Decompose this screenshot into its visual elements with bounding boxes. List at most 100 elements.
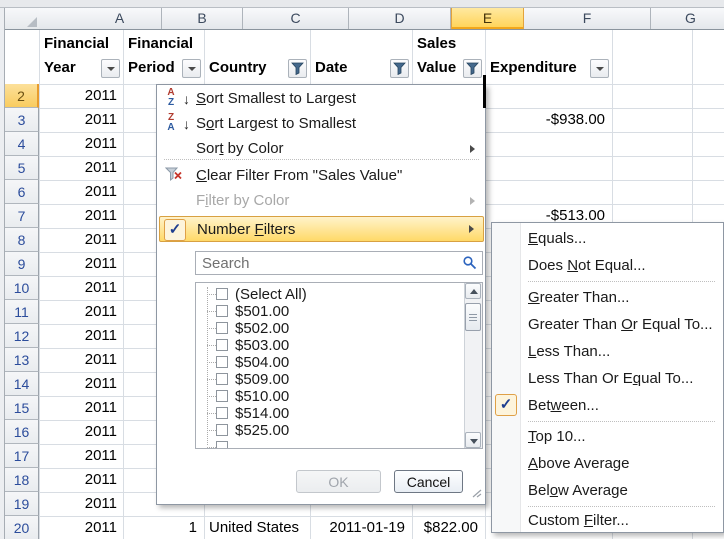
row-header-19[interactable]: 19 [5,492,39,516]
value-checkbox[interactable] [216,424,228,436]
cell-A16[interactable]: 2011 [39,420,117,444]
filter-value-item-4[interactable]: $504.00 [196,354,465,371]
value-checkbox[interactable] [216,407,228,419]
cell-C20[interactable]: United States [209,516,310,539]
row-header-6[interactable]: 6 [5,180,39,204]
submenu-item-does-not-equal[interactable]: Does Not Equal... [493,252,722,279]
row-header-17[interactable]: 17 [5,444,39,468]
cell-A4[interactable]: 2011 [39,132,117,156]
header-cell-financial-year[interactable]: Financial Year [39,30,123,84]
row-header-13[interactable]: 13 [5,348,39,372]
header-cell-sales-value[interactable]: Sales Value [412,30,485,84]
column-header-F[interactable]: F [524,8,651,29]
cell-A14[interactable]: 2011 [39,372,117,396]
row-header-12[interactable]: 12 [5,324,39,348]
cell-A20[interactable]: 2011 [39,516,117,539]
list-scrollbar[interactable] [464,283,482,448]
submenu-item-less-than-or-equal-to[interactable]: Less Than Or Equal To... [493,365,722,392]
filter-value-item-8[interactable]: $525.00 [196,422,465,439]
value-checkbox[interactable] [216,305,228,317]
submenu-item-custom-filter[interactable]: Custom Filter... [493,508,722,533]
row-header-10[interactable]: 10 [5,276,39,300]
row-header-15[interactable]: 15 [5,396,39,420]
menu-item-sort-largest-to-smallest[interactable]: ZA↓Sort Largest to Smallest [159,111,484,136]
row-header-18[interactable]: 18 [5,468,39,492]
row-header-8[interactable]: 8 [5,228,39,252]
filter-value-item-7[interactable]: $514.00 [196,405,465,422]
submenu-item-greater-than[interactable]: Greater Than... [493,284,722,311]
cell-A19[interactable]: 2011 [39,492,117,516]
submenu-item-above-average[interactable]: Above Average [493,450,722,477]
row-header-4[interactable]: 4 [5,132,39,156]
row-header-7[interactable]: 7 [5,204,39,228]
cell-A2[interactable]: 2011 [39,84,117,108]
submenu-item-top-10[interactable]: Top 10... [493,423,722,450]
menu-item-sort-smallest-to-largest[interactable]: AZ↓Sort Smallest to Largest [159,86,484,111]
cell-B20[interactable]: 1 [123,516,197,539]
filter-value-item-3[interactable]: $503.00 [196,337,465,354]
header-cell-date[interactable]: Date [310,30,412,84]
cell-A5[interactable]: 2011 [39,156,117,180]
column-header-E[interactable]: E [451,8,524,29]
column-header-D[interactable]: D [349,8,451,29]
row-header-5[interactable]: 5 [5,156,39,180]
row-header-3[interactable]: 3 [5,108,39,132]
cell-A13[interactable]: 2011 [39,348,117,372]
scroll-up-button[interactable] [465,283,481,299]
column-header-A[interactable]: A [78,8,162,29]
menu-item-clear-filter[interactable]: Clear Filter From "Sales Value" [159,163,484,188]
filter-button-country[interactable] [288,59,307,78]
filter-button-expenditure[interactable] [590,59,609,78]
header-cell-financial-period[interactable]: Financial Period [123,30,204,84]
cell-A17[interactable]: 2011 [39,444,117,468]
value-checkbox[interactable] [216,356,228,368]
filter-value-item-5[interactable]: $509.00 [196,371,465,388]
cell-A8[interactable]: 2011 [39,228,117,252]
row-header-11[interactable]: 11 [5,300,39,324]
value-checkbox[interactable] [216,373,228,385]
value-checkbox[interactable] [216,288,228,300]
submenu-item-between[interactable]: ✓Between... [493,392,722,419]
row-header-2[interactable]: 2 [5,84,39,108]
cell-A7[interactable]: 2011 [39,204,117,228]
row-header-16[interactable]: 16 [5,420,39,444]
menu-item-number-filters[interactable]: ✓Number Filters [159,216,484,242]
column-header-C[interactable]: C [243,8,349,29]
column-header-G[interactable]: G [651,8,724,29]
filter-button-sales-value[interactable] [463,59,482,78]
submenu-item-equals[interactable]: Equals... [493,225,722,252]
filter-value-item-2[interactable]: $502.00 [196,320,465,337]
select-all-corner[interactable] [5,8,40,30]
row-header-14[interactable]: 14 [5,372,39,396]
filter-button-date[interactable] [390,59,409,78]
submenu-item-below-average[interactable]: Below Average [493,477,722,504]
scroll-thumb[interactable] [465,303,481,331]
value-checkbox[interactable] [216,390,228,402]
cell-E20[interactable]: $822.00 [412,516,478,539]
cell-F3[interactable]: -$938.00 [485,108,605,132]
filter-value-item-partial[interactable] [196,439,465,449]
resize-grip-icon[interactable] [471,485,482,502]
cancel-button[interactable]: Cancel [394,470,463,493]
row-header-20[interactable]: 20 [5,516,39,539]
row-header-9[interactable]: 9 [5,252,39,276]
cell-A15[interactable]: 2011 [39,396,117,420]
filter-button-financial-year[interactable] [101,59,120,78]
search-input[interactable] [195,251,483,275]
scroll-down-button[interactable] [465,432,481,448]
value-checkbox[interactable] [216,441,228,449]
filter-value-item-1[interactable]: $501.00 [196,303,465,320]
cell-A9[interactable]: 2011 [39,252,117,276]
cell-A18[interactable]: 2011 [39,468,117,492]
value-checkbox[interactable] [216,339,228,351]
menu-item-sort-by-color[interactable]: Sort by Color [159,136,484,161]
header-cell-country[interactable]: Country [204,30,310,84]
column-header-B[interactable]: B [162,8,243,29]
value-checkbox[interactable] [216,322,228,334]
filter-value-item-6[interactable]: $510.00 [196,388,465,405]
cell-A12[interactable]: 2011 [39,324,117,348]
cell-D20[interactable]: 2011-01-19 [310,516,405,539]
submenu-item-greater-than-or-equal-to[interactable]: Greater Than Or Equal To... [493,311,722,338]
filter-button-financial-period[interactable] [182,59,201,78]
submenu-item-less-than[interactable]: Less Than... [493,338,722,365]
